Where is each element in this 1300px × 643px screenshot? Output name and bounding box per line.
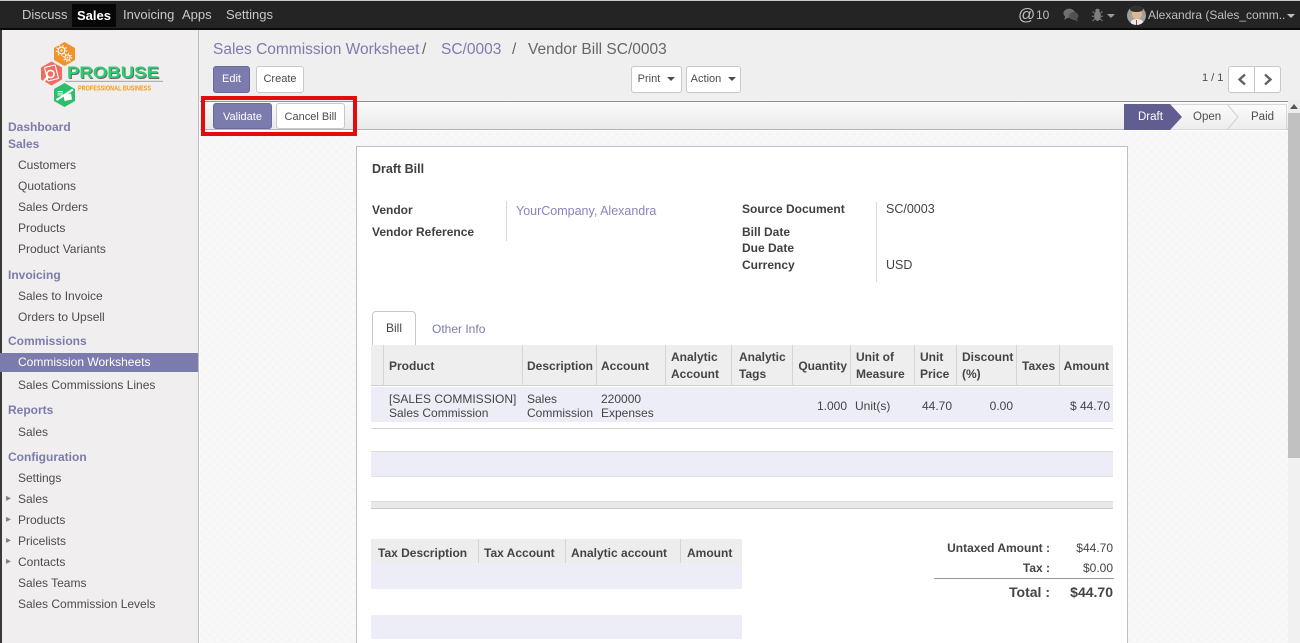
- svg-text:PROFESSIONAL BUSINESS: PROFESSIONAL BUSINESS: [78, 84, 151, 93]
- svg-text:PROBUSE: PROBUSE: [67, 63, 159, 82]
